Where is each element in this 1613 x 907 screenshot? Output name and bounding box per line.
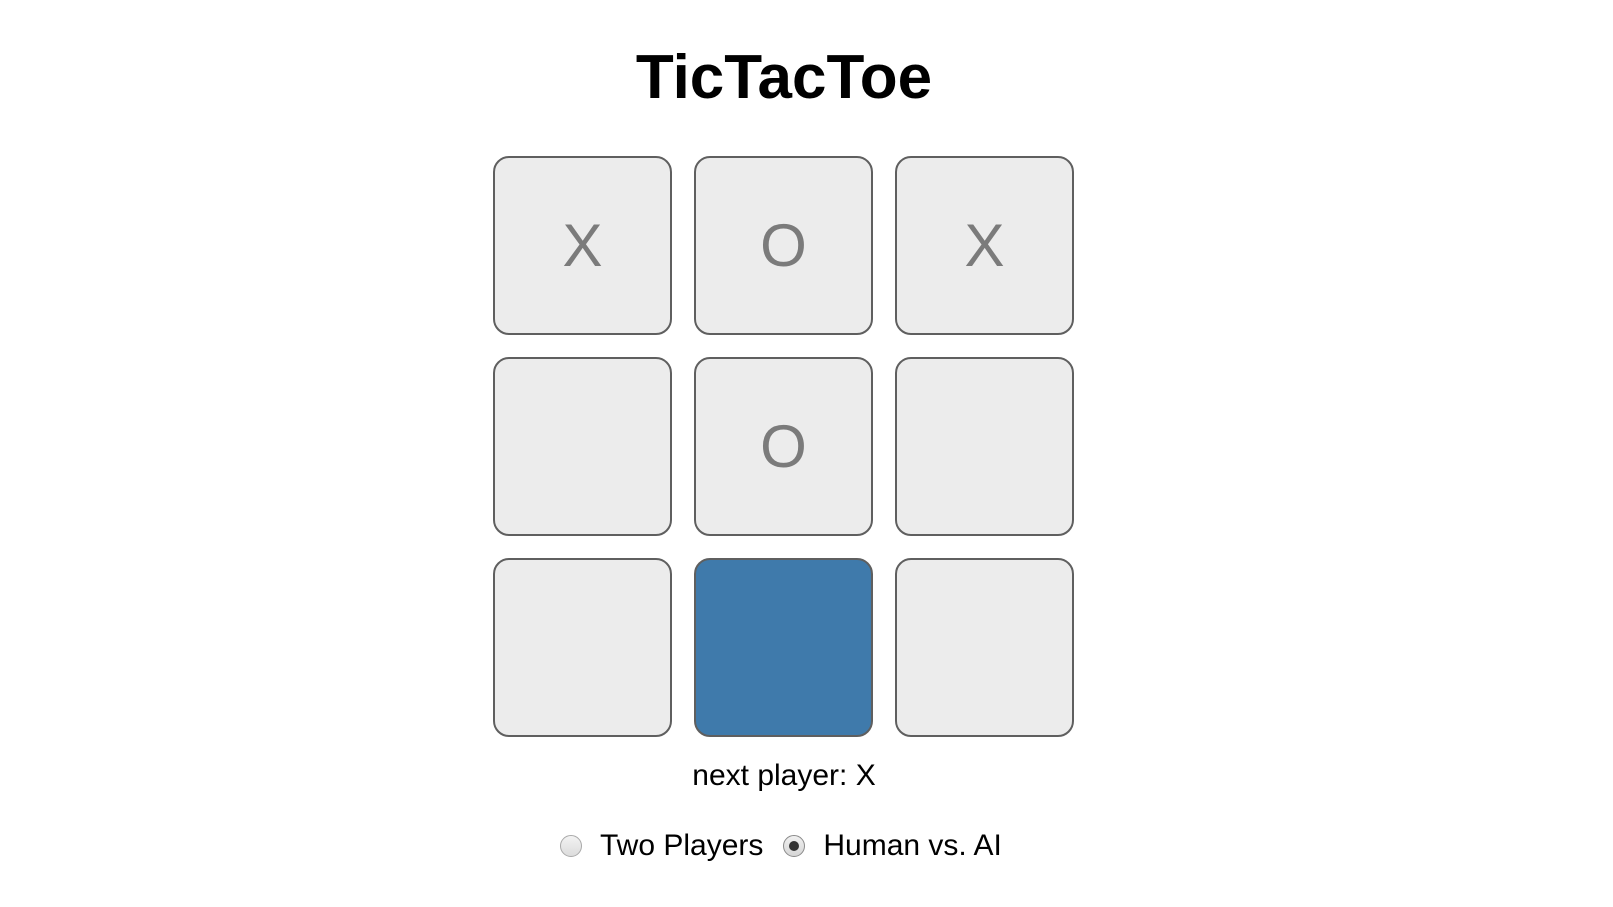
board-cell-9[interactable]	[895, 558, 1074, 737]
game-board: X O X O	[493, 156, 1076, 739]
board-cell-5[interactable]: O	[694, 357, 873, 536]
mode-option-two-players[interactable]: Two Players	[560, 828, 763, 864]
board-cell-3[interactable]: X	[895, 156, 1074, 335]
human-vs-ai-radio[interactable]	[783, 835, 806, 857]
board-cell-4[interactable]	[493, 357, 672, 536]
mode-option-human-vs-ai[interactable]: Human vs. AI	[783, 828, 1002, 864]
human-vs-ai-label: Human vs. AI	[823, 829, 1002, 862]
radio-selected-dot	[789, 841, 800, 851]
board-cell-2[interactable]: O	[694, 156, 873, 335]
board-cell-1[interactable]: X	[493, 156, 672, 335]
two-players-label: Two Players	[600, 829, 764, 862]
game-page: TicTacToe X O X O next player: X Two Pla…	[0, 0, 1613, 907]
two-players-radio[interactable]	[560, 835, 582, 857]
game-mode-selector: Two Players Human vs. AI	[560, 826, 1002, 866]
board-cell-8[interactable]	[694, 558, 873, 737]
page-title: TicTacToe	[635, 43, 933, 112]
next-player-status: next player: X	[692, 759, 876, 792]
board-cell-7[interactable]	[493, 558, 672, 737]
board-cell-6[interactable]	[895, 357, 1074, 536]
